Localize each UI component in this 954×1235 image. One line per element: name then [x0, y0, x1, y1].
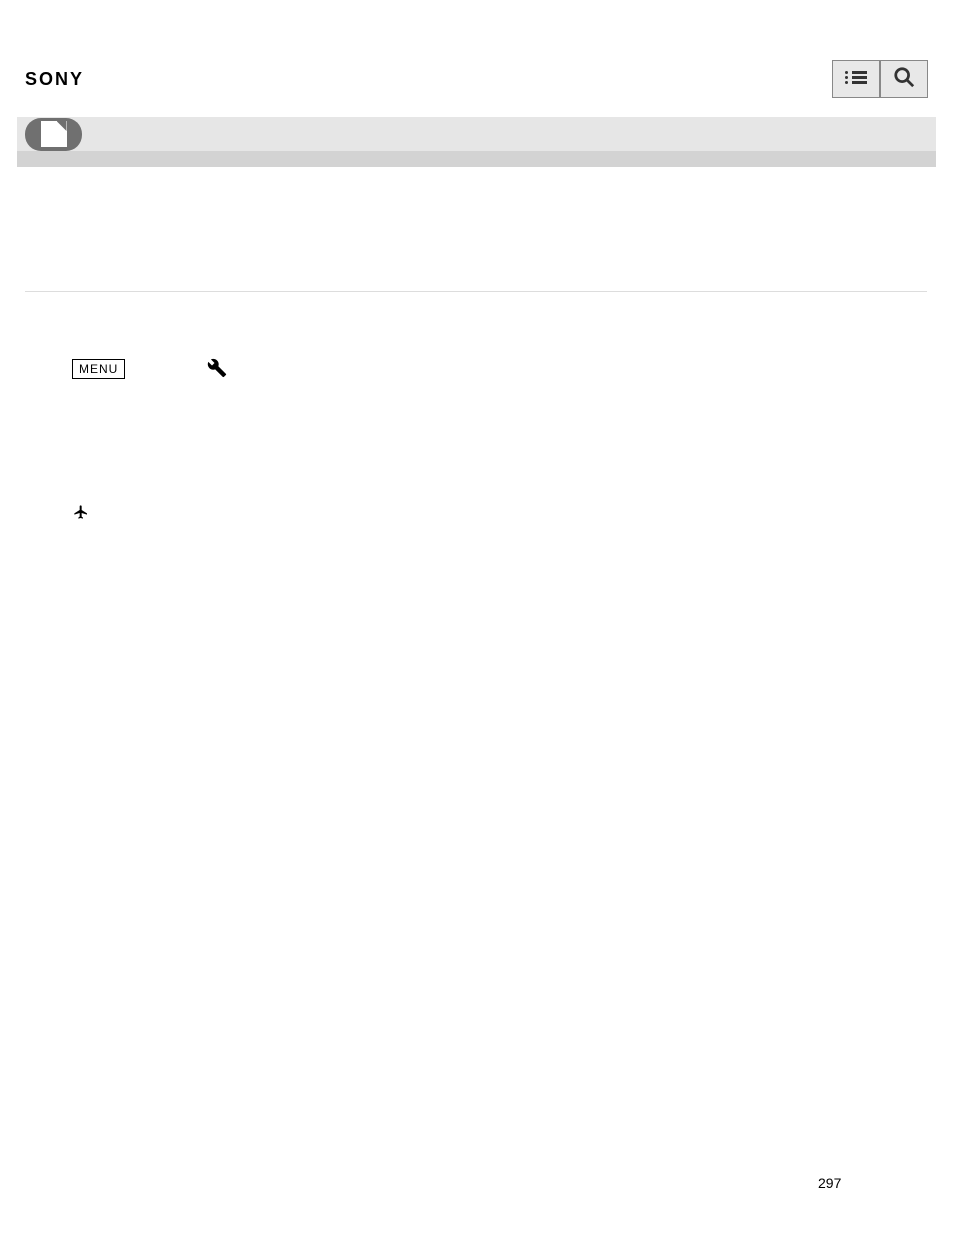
menu-label: MENU	[72, 359, 125, 379]
search-icon	[893, 66, 915, 93]
header-icons-container	[832, 60, 928, 98]
document-icon[interactable]	[25, 118, 82, 151]
sub-header	[17, 117, 936, 151]
list-button[interactable]	[832, 60, 880, 98]
header-bar: SONY	[17, 41, 936, 117]
divider	[25, 291, 927, 292]
list-icon	[845, 71, 867, 87]
page-number: 297	[818, 1175, 841, 1191]
search-button[interactable]	[880, 60, 928, 98]
brand-logo: SONY	[25, 69, 84, 90]
wrench-icon	[207, 358, 227, 378]
airplane-icon	[73, 504, 89, 520]
